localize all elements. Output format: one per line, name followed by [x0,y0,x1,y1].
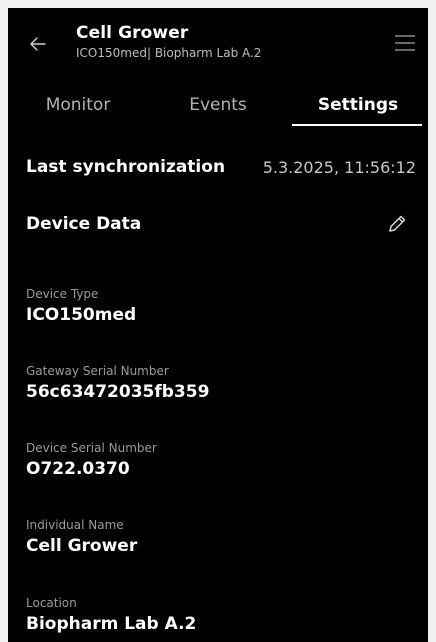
menu-button[interactable] [392,32,418,54]
arrow-left-icon [30,37,46,51]
field-value: ICO150med [26,305,137,325]
device-data-header: Device Data [26,210,416,238]
field-device-serial: Device Serial Number O722.0370 [26,440,157,480]
field-gateway-serial: Gateway Serial Number 56c63472035fb359 [26,363,209,403]
tab-monitor[interactable]: Monitor [8,88,148,134]
app-bar: Cell Grower ICO150med| Biopharm Lab A.2 [8,8,428,88]
field-label: Device Serial Number [26,441,157,455]
edit-button[interactable] [384,211,410,237]
last-sync-label: Last synchronization [26,157,226,177]
field-value: Cell Grower [26,536,138,556]
field-label: Device Type [26,287,99,301]
hamburger-menu-icon [395,35,415,51]
tab-settings[interactable]: Settings [288,88,428,134]
field-value: O722.0370 [26,459,130,479]
device-settings-screen: Cell Grower ICO150med| Biopharm Lab A.2 … [8,8,428,642]
title-block: Cell Grower ICO150med| Biopharm Lab A.2 [76,22,261,62]
field-label: Individual Name [26,518,124,532]
tab-bar: Monitor Events Settings [8,88,428,134]
pencil-icon [389,215,406,232]
tab-events[interactable]: Events [148,88,288,134]
last-sync-value: 5.3.2025, 11:56:12 [262,157,416,177]
field-value: 56c63472035fb359 [26,382,210,402]
field-individual-name: Individual Name Cell Grower [26,517,137,557]
field-value: Biopharm Lab A.2 [26,614,197,634]
last-sync-row: Last synchronization 5.3.2025, 11:56:12 [26,154,416,180]
field-label: Location [26,596,77,610]
field-device-type: Device Type ICO150med [26,286,136,326]
back-button[interactable] [24,30,52,58]
page-title: Cell Grower [76,23,189,43]
page-subtitle: ICO150med| Biopharm Lab A.2 [76,46,262,60]
device-data-title: Device Data [26,214,142,234]
field-label: Gateway Serial Number [26,364,169,378]
field-location: Location Biopharm Lab A.2 [26,595,196,635]
